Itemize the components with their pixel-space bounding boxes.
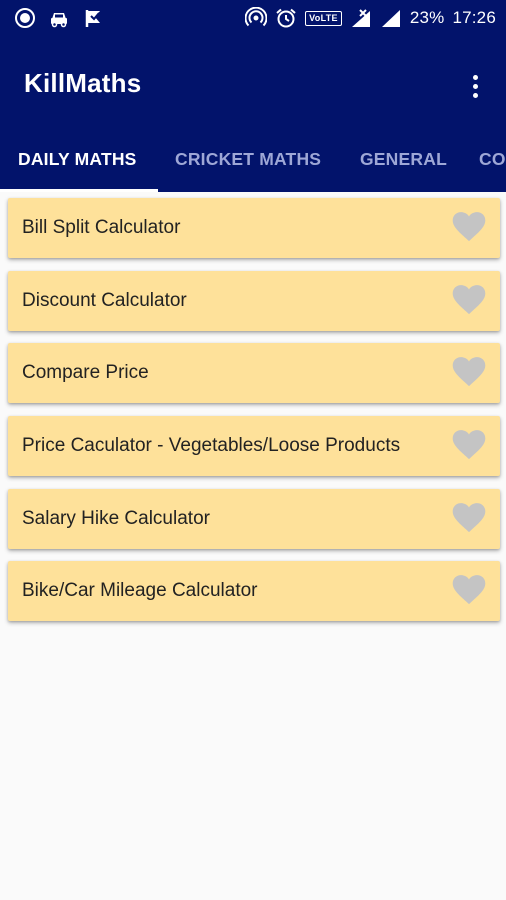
- heart-icon[interactable]: [452, 284, 486, 316]
- list-item-salary-hike-calculator[interactable]: Salary Hike Calculator: [8, 488, 500, 549]
- overflow-menu-dot: [472, 74, 478, 80]
- heart-icon[interactable]: [452, 574, 486, 606]
- heart-icon[interactable]: [452, 211, 486, 243]
- list-item-label: Bill Split Calculator: [22, 217, 181, 238]
- heart-icon[interactable]: [452, 502, 486, 534]
- app-title: KillMaths: [24, 68, 142, 98]
- list-item-compare-price[interactable]: Compare Price: [8, 343, 500, 404]
- tab-cricket-maths[interactable]: CRICKET MATHS: [175, 136, 321, 192]
- circle-notification-icon: [14, 7, 36, 29]
- car-notification-icon: [48, 7, 70, 29]
- overflow-menu-dot: [472, 83, 478, 89]
- heart-icon[interactable]: [452, 429, 486, 461]
- list-item-price-calculator-vegetables[interactable]: Price Caculator - Vegetables/Loose Produ…: [8, 416, 500, 477]
- list-item-bill-split-calculator[interactable]: Bill Split Calculator: [8, 198, 500, 258]
- hotspot-icon: [245, 7, 268, 29]
- status-bar: VoLTE 23% 17:26: [0, 0, 506, 36]
- clock: 17:26: [452, 8, 496, 27]
- heart-icon[interactable]: [452, 356, 486, 388]
- calculator-list: Bill Split Calculator Discount Calculato…: [8, 198, 500, 634]
- alarm-icon: [275, 7, 297, 29]
- tab-general[interactable]: GENERAL: [360, 136, 447, 192]
- overflow-menu-dot: [472, 92, 478, 98]
- flag-notification-icon: [82, 7, 104, 29]
- active-tab-indicator: [0, 189, 158, 192]
- tab-daily-maths[interactable]: DAILY MATHS: [18, 136, 137, 192]
- status-bar-notifications: [14, 7, 104, 29]
- list-item-discount-calculator[interactable]: Discount Calculator: [8, 270, 500, 331]
- list-item-label: Bike/Car Mileage Calculator: [22, 580, 258, 602]
- list-item-label: Salary Hike Calculator: [22, 507, 210, 529]
- list-item-mileage-calculator[interactable]: Bike/Car Mileage Calculator: [8, 561, 500, 622]
- signal-icon: [380, 7, 402, 29]
- overflow-menu-icon[interactable]: [464, 68, 486, 104]
- list-item-label: Discount Calculator: [22, 289, 187, 311]
- battery-percentage: 23%: [409, 8, 445, 27]
- signal-muted-icon: [350, 7, 372, 29]
- tab-co[interactable]: CO: [479, 136, 506, 192]
- list-item-label: Compare Price: [22, 362, 149, 384]
- tab-bar: DAILY MATHS CRICKET MATHS GENERAL CO: [0, 136, 506, 192]
- list-item-label: Price Caculator - Vegetables/Loose Produ…: [22, 435, 401, 457]
- app-bar: KillMaths: [0, 36, 506, 136]
- volte-icon: VoLTE: [305, 10, 342, 26]
- status-bar-system: VoLTE 23% 17:26: [245, 6, 496, 30]
